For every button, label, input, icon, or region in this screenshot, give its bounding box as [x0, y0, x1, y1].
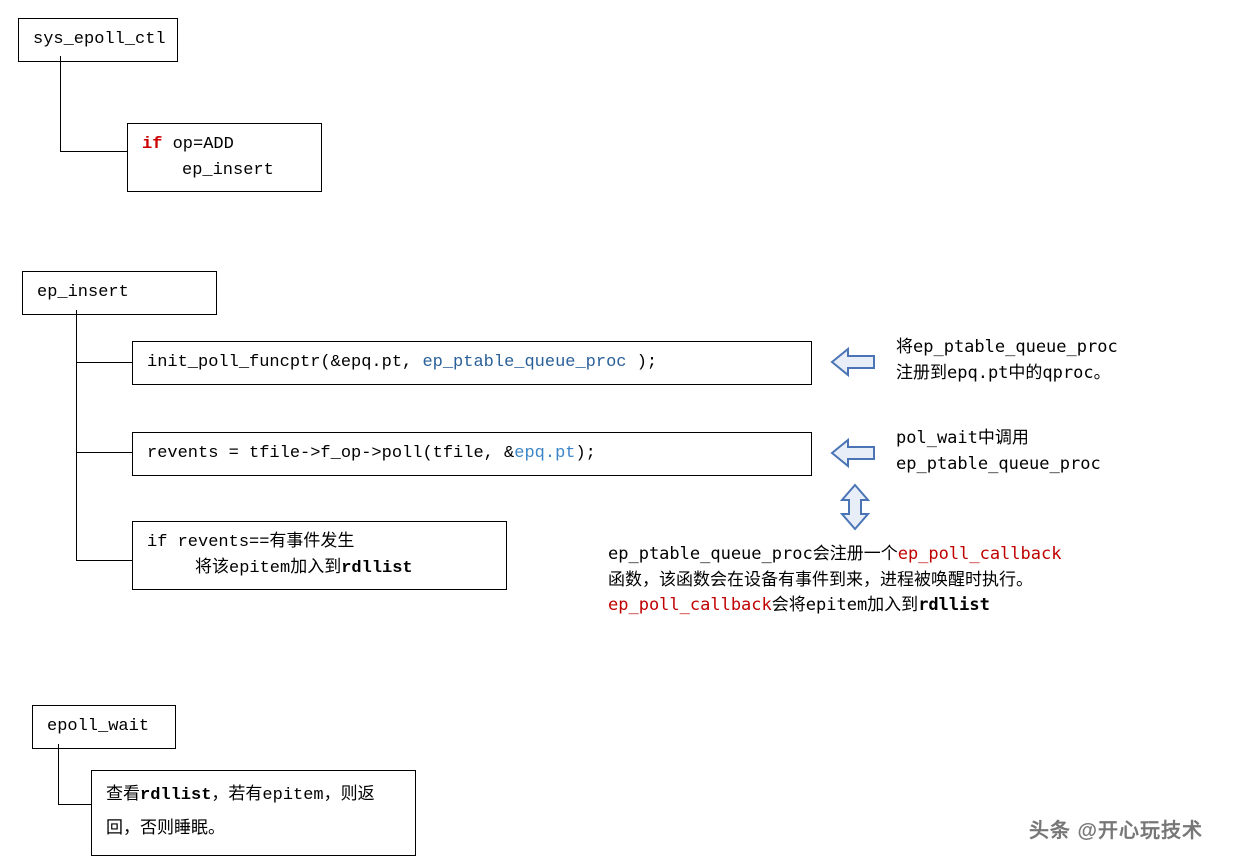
arrow-updown	[838, 483, 872, 531]
box-epoll-wait: epoll_wait	[32, 705, 176, 749]
explain-3-l3-bold: rdllist	[918, 595, 990, 615]
explain-3: ep_ptable_queue_proc会注册一个ep_poll_callbac…	[608, 542, 1210, 619]
explain-3-l3-mid: 会将epitem加入到	[772, 595, 918, 615]
body-ep-insert: ep_insert	[142, 158, 274, 184]
connector-h2a	[76, 362, 132, 363]
code-revents-arg: epq.pt	[514, 444, 575, 463]
cond-op-add: op=ADD	[162, 135, 233, 154]
arrow-left-2	[830, 436, 878, 470]
connector-h1	[60, 151, 127, 152]
code-revents-post: );	[575, 444, 595, 463]
explain-1: 将ep_ptable_queue_proc 注册到epq.pt中的qproc。	[896, 335, 1216, 386]
label-sys-epoll-ctl: sys_epoll_ctl	[33, 30, 166, 49]
connector-v1	[60, 56, 61, 151]
explain-2: pol_wait中调用 ep_ptable_queue_proc	[896, 426, 1216, 477]
keyword-if: if	[142, 135, 162, 154]
connector-h2b	[76, 452, 132, 453]
wait-body-bold: rdllist	[140, 786, 211, 805]
explain-1-l1: 将ep_ptable_queue_proc	[896, 337, 1118, 357]
label-epoll-wait: epoll_wait	[47, 717, 149, 736]
arrow-left-1	[830, 345, 878, 379]
code-init-fn: ep_ptable_queue_proc	[422, 353, 626, 372]
box-ep-insert: ep_insert	[22, 271, 217, 315]
box-if-op-add: if op=ADD ep_insert	[127, 123, 322, 192]
body-revents-bold: rdllist	[341, 559, 412, 578]
box-if-revents: if revents==有事件发生 将该epitem加入到rdllist	[132, 521, 507, 590]
box-sys-epoll-ctl: sys_epoll_ctl	[18, 18, 178, 62]
wait-body-pre: 查看	[106, 786, 140, 805]
box-init-poll-funcptr: init_poll_funcptr(&epq.pt, ep_ptable_que…	[132, 341, 812, 385]
code-init-pre: init_poll_funcptr(&epq.pt,	[147, 353, 422, 372]
explain-2-l1: pol_wait中调用	[896, 428, 1029, 448]
watermark: 头条 @开心玩技术	[1029, 814, 1203, 843]
cond-revents: if revents==有事件发生	[147, 533, 354, 552]
explain-3-l1-pre: ep_ptable_queue_proc会注册一个	[608, 544, 898, 564]
label-ep-insert: ep_insert	[37, 283, 129, 302]
body-revents-pre: 将该epitem加入到	[195, 559, 341, 578]
code-revents-pre: revents = tfile->f_op->poll(tfile, &	[147, 444, 514, 463]
explain-3-l1-red: ep_poll_callback	[898, 544, 1062, 564]
connector-v3	[58, 744, 59, 804]
explain-2-l2: ep_ptable_queue_proc	[896, 454, 1101, 474]
connector-h2c	[76, 560, 132, 561]
explain-3-l3-red: ep_poll_callback	[608, 595, 772, 615]
box-wait-body: 查看rdllist，若有epitem，则返回，否则睡眠。	[91, 770, 416, 856]
connector-v2	[76, 310, 77, 560]
explain-1-l2: 注册到epq.pt中的qproc。	[896, 363, 1111, 383]
explain-3-l2: 函数，该函数会在设备有事件到来，进程被唤醒时执行。	[608, 570, 1033, 590]
box-revents-poll: revents = tfile->f_op->poll(tfile, &epq.…	[132, 432, 812, 476]
code-init-post: );	[627, 353, 658, 372]
connector-h3	[58, 804, 91, 805]
